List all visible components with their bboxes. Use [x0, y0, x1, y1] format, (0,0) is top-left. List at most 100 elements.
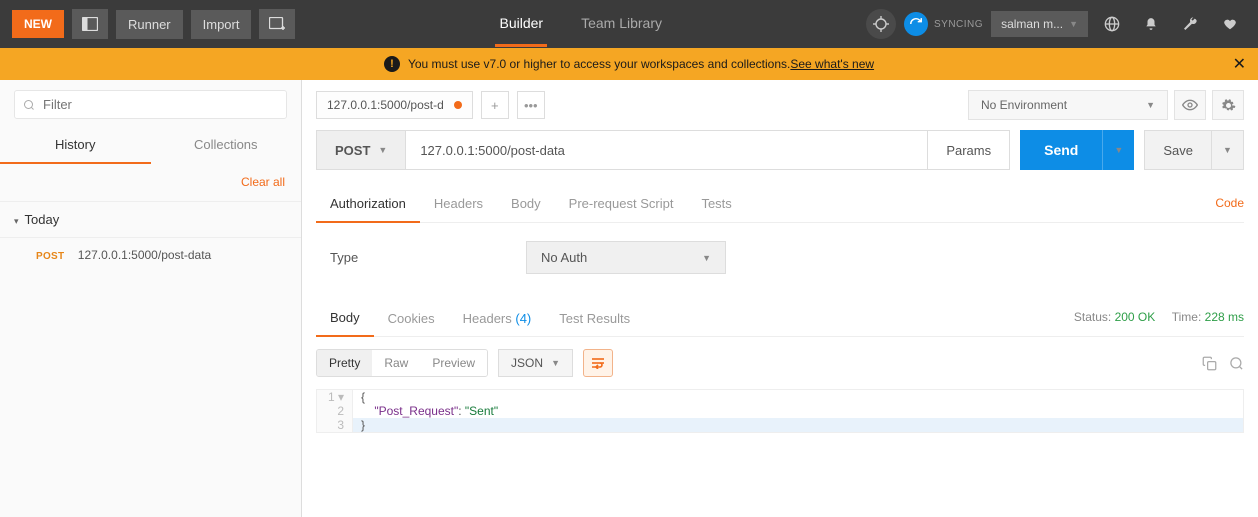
- layout-toggle-button[interactable]: [72, 9, 108, 39]
- new-window-icon: [269, 17, 285, 31]
- format-pretty[interactable]: Pretty: [317, 350, 372, 376]
- history-item[interactable]: POST 127.0.0.1:5000/post-data: [0, 238, 301, 272]
- request-tab[interactable]: 127.0.0.1:5000/post-d: [316, 91, 473, 119]
- auth-type-value: No Auth: [541, 250, 587, 265]
- capture-button[interactable]: [866, 9, 896, 39]
- copy-icon: [1202, 356, 1217, 371]
- import-button[interactable]: Import: [191, 10, 252, 39]
- sync-label: SYNCING: [934, 19, 983, 30]
- tab-builder[interactable]: Builder: [495, 2, 547, 47]
- status-value: 200 OK: [1115, 310, 1156, 324]
- url-input[interactable]: 127.0.0.1:5000/post-data: [406, 130, 928, 170]
- code-link[interactable]: Code: [1215, 196, 1244, 210]
- environment-preview-button[interactable]: [1174, 90, 1206, 120]
- layout-icon: [82, 17, 98, 31]
- save-dropdown[interactable]: ▼: [1212, 130, 1244, 170]
- response-status: Status: 200 OK Time: 228 ms: [1074, 310, 1244, 324]
- sync-status[interactable]: SYNCING: [904, 12, 983, 36]
- tab-team-library[interactable]: Team Library: [577, 2, 666, 47]
- send-button[interactable]: Send: [1020, 130, 1102, 170]
- user-dropdown[interactable]: salman m... ▼: [991, 11, 1088, 37]
- warning-link[interactable]: See what's new: [790, 57, 874, 71]
- wrap-icon: [591, 357, 605, 369]
- close-warning-button[interactable]: ✕: [1233, 54, 1246, 74]
- environment-label: No Environment: [981, 98, 1067, 112]
- format-preview[interactable]: Preview: [420, 350, 487, 376]
- content-area: 127.0.0.1:5000/post-d + ••• No Environme…: [302, 80, 1258, 517]
- tab-tests[interactable]: Tests: [687, 188, 745, 222]
- tab-prerequest[interactable]: Pre-request Script: [555, 188, 688, 222]
- add-tab-button[interactable]: +: [481, 91, 509, 119]
- headers-count: (4): [515, 311, 531, 326]
- tab-body[interactable]: Body: [497, 188, 555, 222]
- response-tab-headers-label: Headers: [463, 311, 512, 326]
- auth-type-dropdown[interactable]: No Auth ▼: [526, 241, 726, 274]
- heart-icon[interactable]: [1214, 17, 1246, 31]
- chevron-down-icon: ▼: [1146, 100, 1155, 110]
- crosshair-icon: [873, 16, 889, 32]
- code-content: }: [353, 418, 1243, 432]
- warning-icon: !: [384, 56, 400, 72]
- format-toggle: Pretty Raw Preview: [316, 349, 488, 377]
- sync-icon: [904, 12, 928, 36]
- request-tab-title: 127.0.0.1:5000/post-d: [327, 98, 444, 112]
- tab-authorization[interactable]: Authorization: [316, 188, 420, 223]
- environment-dropdown[interactable]: No Environment ▼: [968, 90, 1168, 120]
- bell-icon[interactable]: [1136, 16, 1166, 32]
- chevron-down-icon: ▼: [551, 358, 560, 368]
- response-tab-headers[interactable]: Headers (4): [449, 303, 546, 336]
- wrap-toggle-button[interactable]: [583, 349, 613, 377]
- response-tab-body[interactable]: Body: [316, 302, 374, 337]
- code-content: {: [353, 390, 1243, 404]
- new-button[interactable]: NEW: [12, 10, 64, 38]
- tab-options-button[interactable]: •••: [517, 91, 545, 119]
- warning-text: You must use v7.0 or higher to access yo…: [408, 57, 790, 71]
- sidebar: History Collections Clear all Today POST…: [0, 80, 302, 517]
- main-tabs: Builder Team Library: [303, 2, 858, 47]
- auth-type-label: Type: [316, 250, 526, 265]
- send-dropdown[interactable]: ▼: [1102, 130, 1134, 170]
- sidebar-tab-history[interactable]: History: [0, 129, 151, 164]
- warning-bar: ! You must use v7.0 or higher to access …: [0, 48, 1258, 80]
- format-raw[interactable]: Raw: [372, 350, 420, 376]
- environment-settings-button[interactable]: [1212, 90, 1244, 120]
- save-button[interactable]: Save: [1144, 130, 1212, 170]
- chevron-down-icon: ▼: [1223, 145, 1232, 155]
- line-number: 1 ▾: [317, 390, 353, 404]
- globe-icon[interactable]: [1096, 16, 1128, 32]
- params-button[interactable]: Params: [928, 130, 1010, 170]
- new-window-button[interactable]: [259, 9, 295, 39]
- tab-headers[interactable]: Headers: [420, 188, 497, 222]
- chevron-down-icon: ▼: [702, 253, 711, 263]
- top-bar: NEW Runner Import Builder Team Library S…: [0, 0, 1258, 48]
- sidebar-tab-collections[interactable]: Collections: [151, 129, 302, 164]
- chevron-down-icon: ▼: [378, 145, 387, 155]
- filter-input[interactable]: [14, 90, 287, 119]
- history-item-url: 127.0.0.1:5000/post-data: [78, 248, 211, 262]
- runner-button[interactable]: Runner: [116, 10, 183, 39]
- wrench-icon[interactable]: [1174, 16, 1206, 32]
- chevron-down-icon: ▼: [1114, 145, 1123, 155]
- search-response-button[interactable]: [1229, 356, 1244, 371]
- language-label: JSON: [511, 356, 543, 370]
- clear-all-link[interactable]: Clear all: [241, 175, 285, 189]
- response-tab-tests[interactable]: Test Results: [545, 303, 644, 336]
- code-content: "Post_Request": "Sent": [353, 404, 1243, 418]
- response-tab-cookies[interactable]: Cookies: [374, 303, 449, 336]
- history-item-method: POST: [36, 251, 64, 262]
- response-body-viewer[interactable]: 1 ▾ { 2 "Post_Request": "Sent" 3 }: [316, 389, 1244, 433]
- line-number: 3: [317, 418, 353, 432]
- method-dropdown[interactable]: POST ▼: [316, 130, 406, 170]
- time-value: 228 ms: [1205, 310, 1244, 324]
- history-group-today[interactable]: Today: [0, 201, 301, 238]
- line-number: 2: [317, 404, 353, 418]
- method-label: POST: [335, 143, 370, 158]
- chevron-down-icon: ▼: [1069, 19, 1078, 29]
- eye-icon: [1182, 99, 1198, 111]
- copy-button[interactable]: [1202, 356, 1217, 371]
- user-label: salman m...: [1001, 17, 1063, 31]
- gear-icon: [1221, 98, 1236, 113]
- unsaved-indicator-icon: [454, 101, 462, 109]
- search-icon: [1229, 356, 1244, 371]
- language-dropdown[interactable]: JSON ▼: [498, 349, 573, 377]
